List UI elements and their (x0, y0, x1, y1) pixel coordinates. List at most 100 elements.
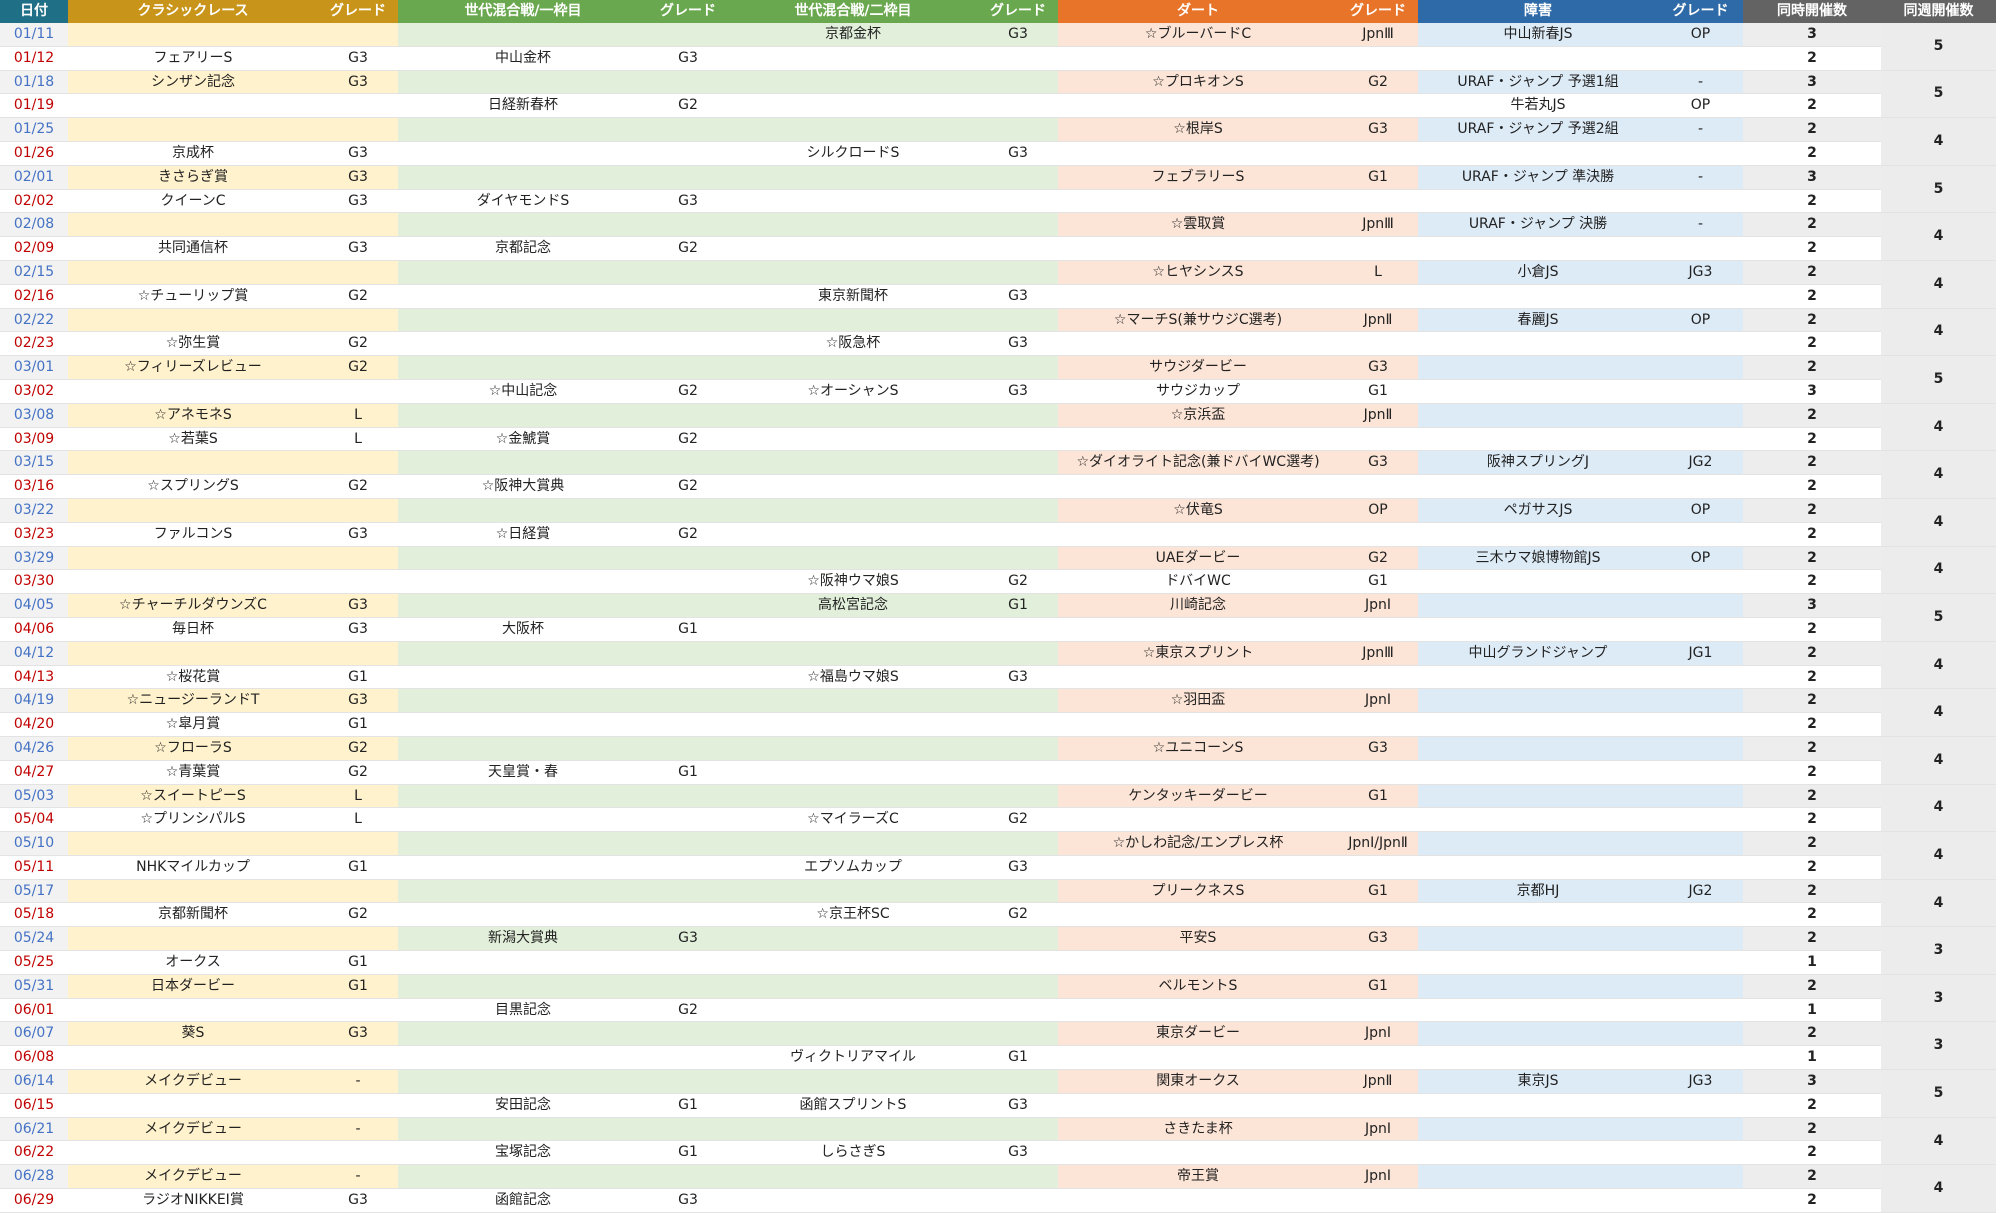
cell-mix2-grade[interactable]: G2 (978, 807, 1058, 833)
cell-simultaneous-count[interactable]: 2 (1743, 46, 1881, 71)
cell-mix2-race[interactable] (728, 1117, 978, 1142)
cell-simultaneous-count[interactable]: 2 (1743, 141, 1881, 166)
cell-mix1-grade[interactable] (648, 1069, 728, 1094)
cell-dirt-race[interactable]: ☆ヒヤシンスS (1058, 260, 1338, 285)
cell-dirt-grade[interactable]: JpnⅢ (1338, 212, 1418, 238)
cell-mix2-race[interactable] (728, 93, 978, 119)
cell-weekly-count[interactable]: 5 (1881, 165, 1996, 214)
cell-mix1-grade[interactable] (648, 593, 728, 618)
cell-mix1-grade[interactable] (648, 1045, 728, 1071)
cell-mix2-race[interactable] (728, 236, 978, 261)
cell-mix1-race[interactable] (398, 784, 648, 809)
cell-date[interactable]: 02/02 (0, 189, 68, 214)
cell-date[interactable]: 02/01 (0, 165, 68, 190)
cell-mix1-race[interactable] (398, 331, 648, 357)
cell-mix2-race[interactable] (728, 46, 978, 71)
cell-mix2-race[interactable] (728, 355, 978, 380)
cell-jump-grade[interactable] (1658, 1140, 1743, 1166)
cell-classic-grade[interactable]: G3 (318, 1188, 398, 1213)
cell-jump-grade[interactable] (1658, 284, 1743, 309)
cell-jump-grade[interactable]: OP (1658, 93, 1743, 119)
cell-classic-race[interactable]: ☆フィリーズレビュー (68, 355, 318, 380)
cell-dirt-grade[interactable] (1338, 617, 1418, 642)
cell-jump-race[interactable]: 三木ウマ娘博物館JS (1418, 546, 1658, 571)
cell-simultaneous-count[interactable]: 2 (1743, 688, 1881, 714)
cell-mix1-grade[interactable] (648, 546, 728, 571)
cell-jump-race[interactable] (1418, 331, 1658, 357)
cell-mix1-race[interactable] (398, 1164, 648, 1190)
cell-mix2-race[interactable] (728, 498, 978, 523)
cell-mix1-race[interactable] (398, 117, 648, 142)
cell-mix2-grade[interactable]: G3 (978, 1093, 1058, 1118)
cell-dirt-race[interactable] (1058, 1188, 1338, 1213)
cell-mix2-grade[interactable]: G1 (978, 1045, 1058, 1071)
cell-classic-race[interactable]: ☆チューリップ賞 (68, 284, 318, 309)
cell-dirt-grade[interactable]: JpnⅠ/JpnⅡ (1338, 831, 1418, 856)
cell-date[interactable]: 01/18 (0, 70, 68, 95)
cell-mix1-race[interactable] (398, 641, 648, 666)
cell-jump-grade[interactable] (1658, 236, 1743, 261)
cell-jump-grade[interactable]: JG2 (1658, 450, 1743, 476)
cell-date[interactable]: 01/25 (0, 117, 68, 142)
cell-classic-grade[interactable]: G3 (318, 522, 398, 547)
cell-mix2-race[interactable]: ☆阪急杯 (728, 331, 978, 357)
cell-date[interactable]: 03/30 (0, 569, 68, 595)
cell-dirt-race[interactable]: ☆京浜盃 (1058, 403, 1338, 428)
cell-date[interactable]: 04/26 (0, 736, 68, 761)
cell-mix2-race[interactable] (728, 70, 978, 95)
cell-weekly-count[interactable]: 3 (1881, 1021, 1996, 1071)
cell-dirt-grade[interactable]: JpnⅠ (1338, 1021, 1418, 1047)
cell-classic-race[interactable]: ☆皐月賞 (68, 712, 318, 737)
cell-simultaneous-count[interactable]: 2 (1743, 212, 1881, 238)
cell-dirt-grade[interactable]: JpnⅠ (1338, 1117, 1418, 1142)
cell-mix2-race[interactable] (728, 308, 978, 333)
cell-classic-race[interactable]: ☆スイートピーS (68, 784, 318, 809)
cell-jump-grade[interactable] (1658, 998, 1743, 1023)
cell-jump-race[interactable] (1418, 855, 1658, 880)
cell-mix2-grade[interactable] (978, 974, 1058, 999)
cell-mix2-race[interactable]: 高松宮記念 (728, 593, 978, 618)
cell-simultaneous-count[interactable]: 2 (1743, 736, 1881, 761)
cell-mix1-grade[interactable] (648, 569, 728, 595)
cell-jump-grade[interactable] (1658, 974, 1743, 999)
cell-date[interactable]: 02/08 (0, 212, 68, 238)
cell-jump-grade[interactable] (1658, 950, 1743, 975)
cell-mix1-grade[interactable]: G2 (648, 522, 728, 547)
cell-classic-grade[interactable]: - (318, 1117, 398, 1142)
cell-mix1-race[interactable] (398, 1021, 648, 1047)
cell-dirt-grade[interactable]: G1 (1338, 569, 1418, 595)
cell-mix2-race[interactable] (728, 688, 978, 714)
cell-date[interactable]: 06/15 (0, 1093, 68, 1118)
cell-mix2-grade[interactable] (978, 760, 1058, 785)
cell-jump-grade[interactable] (1658, 926, 1743, 952)
cell-dirt-race[interactable] (1058, 284, 1338, 309)
cell-classic-grade[interactable]: G1 (318, 665, 398, 690)
cell-mix1-race[interactable]: 宝塚記念 (398, 1140, 648, 1166)
cell-mix1-race[interactable] (398, 403, 648, 428)
cell-dirt-race[interactable] (1058, 760, 1338, 785)
cell-classic-grade[interactable]: G3 (318, 165, 398, 190)
cell-mix2-grade[interactable]: G3 (978, 1140, 1058, 1166)
cell-date[interactable]: 05/03 (0, 784, 68, 809)
cell-weekly-count[interactable]: 4 (1881, 879, 1996, 928)
cell-date[interactable]: 06/29 (0, 1188, 68, 1213)
header-mix2-grade[interactable]: グレード (978, 0, 1058, 23)
cell-dirt-race[interactable] (1058, 950, 1338, 975)
cell-classic-grade[interactable] (318, 117, 398, 142)
cell-weekly-count[interactable]: 3 (1881, 926, 1996, 975)
cell-mix1-race[interactable]: 大阪杯 (398, 617, 648, 642)
cell-date[interactable]: 03/22 (0, 498, 68, 523)
cell-mix1-grade[interactable] (648, 902, 728, 928)
cell-mix1-race[interactable] (398, 1069, 648, 1094)
cell-jump-grade[interactable] (1658, 665, 1743, 690)
cell-simultaneous-count[interactable]: 2 (1743, 617, 1881, 642)
cell-mix2-grade[interactable]: G3 (978, 379, 1058, 404)
cell-mix2-grade[interactable] (978, 212, 1058, 238)
cell-mix2-grade[interactable] (978, 1021, 1058, 1047)
cell-dirt-race[interactable] (1058, 712, 1338, 737)
cell-mix1-grade[interactable] (648, 950, 728, 975)
cell-jump-race[interactable] (1418, 403, 1658, 428)
cell-jump-race[interactable]: 阪神スプリングJ (1418, 450, 1658, 476)
cell-classic-race[interactable]: 日本ダービー (68, 974, 318, 999)
cell-jump-grade[interactable] (1658, 831, 1743, 856)
